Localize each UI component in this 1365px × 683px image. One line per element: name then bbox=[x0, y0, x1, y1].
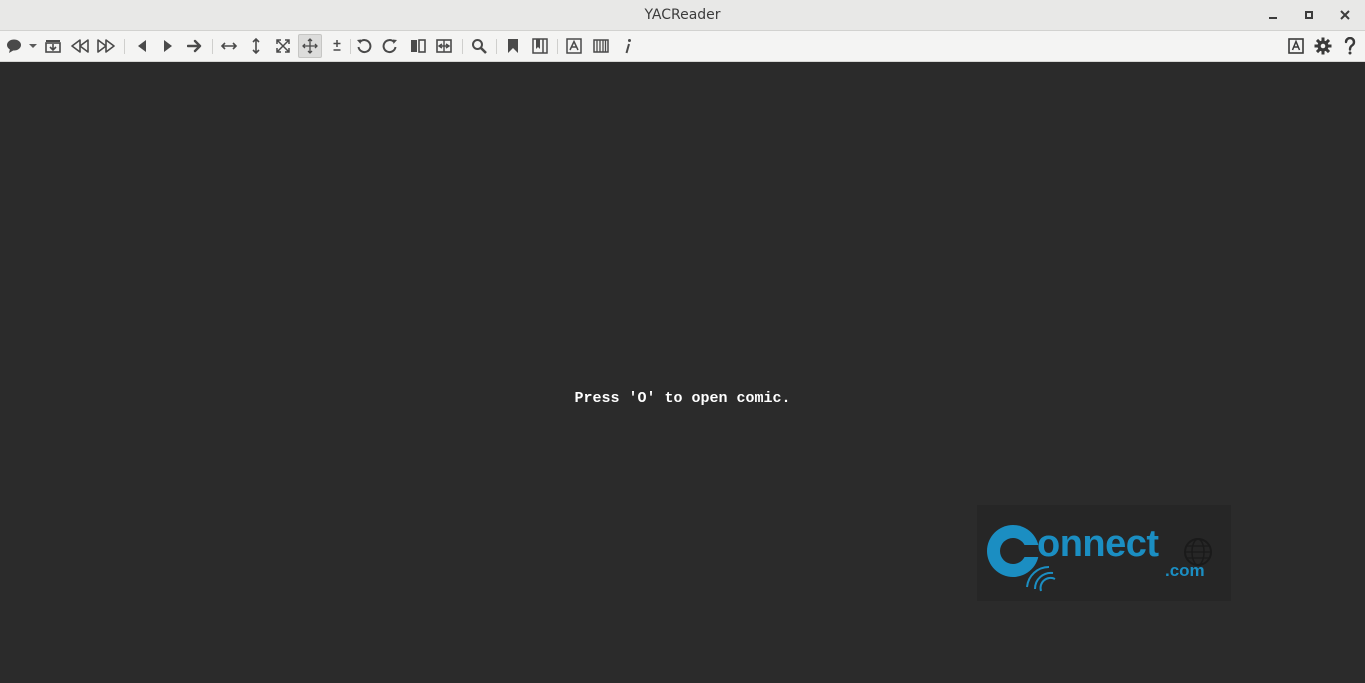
zoom-level-icon bbox=[333, 40, 341, 51]
toolbar-separator bbox=[350, 39, 351, 54]
previous-page-icon bbox=[138, 40, 146, 52]
maximize-button[interactable] bbox=[1293, 0, 1325, 30]
toolbar-separator bbox=[462, 39, 463, 54]
open-comic-hint: Press 'O' to open comic. bbox=[574, 390, 791, 407]
close-icon bbox=[1340, 10, 1350, 20]
double-page-button[interactable] bbox=[406, 34, 430, 58]
rotate-right-button[interactable] bbox=[378, 34, 402, 58]
go-to-page-icon bbox=[187, 39, 202, 53]
window-title: YACReader bbox=[644, 7, 721, 23]
comic-info-icon bbox=[625, 39, 631, 54]
previous-page-button[interactable] bbox=[130, 34, 154, 58]
minimize-button[interactable] bbox=[1257, 0, 1289, 30]
rotate-left-button[interactable] bbox=[352, 34, 376, 58]
toolbar-separator bbox=[124, 39, 125, 54]
keyboard-shortcuts-button[interactable] bbox=[1284, 34, 1308, 58]
go-to-page-button[interactable] bbox=[183, 34, 207, 58]
close-button[interactable] bbox=[1329, 0, 1361, 30]
fit-to-page-button[interactable] bbox=[271, 34, 295, 58]
settings-gear-icon bbox=[1314, 37, 1332, 55]
fit-to-page-icon bbox=[276, 39, 290, 53]
show-bookmarks-icon bbox=[532, 38, 548, 54]
settings-button[interactable] bbox=[1311, 34, 1335, 58]
previous-comic-icon bbox=[71, 39, 89, 53]
previous-comic-button[interactable] bbox=[68, 34, 92, 58]
bookmark-button[interactable] bbox=[501, 34, 525, 58]
watermark-logo: onnect .com bbox=[977, 505, 1231, 601]
comic-viewer[interactable]: Press 'O' to open comic. onnect .com bbox=[0, 62, 1365, 683]
dropdown-caret-icon bbox=[29, 44, 37, 48]
open-folder-icon bbox=[45, 40, 61, 53]
next-comic-icon bbox=[97, 39, 115, 53]
thumbnails-button[interactable] bbox=[589, 34, 613, 58]
next-comic-button[interactable] bbox=[94, 34, 118, 58]
translator-icon bbox=[566, 38, 582, 54]
toolbar-separator bbox=[496, 39, 497, 54]
main-toolbar bbox=[0, 31, 1365, 62]
comic-info-button[interactable] bbox=[616, 34, 640, 58]
translator-button[interactable] bbox=[562, 34, 586, 58]
double-page-icon bbox=[411, 39, 426, 53]
rotate-left-icon bbox=[357, 39, 372, 54]
comment-button[interactable] bbox=[3, 34, 27, 58]
double-page-manga-button[interactable] bbox=[432, 34, 456, 58]
comment-icon bbox=[7, 39, 21, 53]
title-bar: YACReader bbox=[0, 0, 1365, 31]
open-comic-button[interactable] bbox=[41, 34, 65, 58]
fit-height-button[interactable] bbox=[244, 34, 268, 58]
comment-dropdown-button[interactable] bbox=[27, 34, 39, 58]
next-page-button[interactable] bbox=[156, 34, 180, 58]
show-bookmarks-button[interactable] bbox=[528, 34, 552, 58]
keyboard-shortcuts-icon bbox=[1288, 38, 1304, 54]
double-page-manga-icon bbox=[436, 39, 452, 53]
fit-height-icon bbox=[252, 37, 260, 55]
help-button[interactable] bbox=[1338, 34, 1362, 58]
zoom-level-button[interactable] bbox=[325, 34, 349, 58]
original-size-button[interactable] bbox=[298, 34, 322, 58]
maximize-icon bbox=[1305, 11, 1313, 19]
magnifying-glass-icon bbox=[472, 39, 487, 54]
fit-width-button[interactable] bbox=[217, 34, 241, 58]
bookmark-icon bbox=[508, 39, 518, 53]
watermark-tld: .com bbox=[1165, 561, 1205, 580]
next-page-icon bbox=[164, 40, 172, 52]
fit-width-icon bbox=[220, 42, 238, 50]
help-question-icon bbox=[1344, 37, 1356, 55]
original-size-icon bbox=[302, 38, 318, 54]
rotate-right-icon bbox=[382, 39, 397, 54]
minimize-icon bbox=[1269, 17, 1277, 19]
watermark-word: onnect bbox=[1037, 523, 1159, 565]
toolbar-separator bbox=[557, 39, 558, 54]
thumbnails-icon bbox=[593, 39, 609, 53]
toolbar-separator bbox=[212, 39, 213, 54]
magnifying-glass-button[interactable] bbox=[467, 34, 491, 58]
